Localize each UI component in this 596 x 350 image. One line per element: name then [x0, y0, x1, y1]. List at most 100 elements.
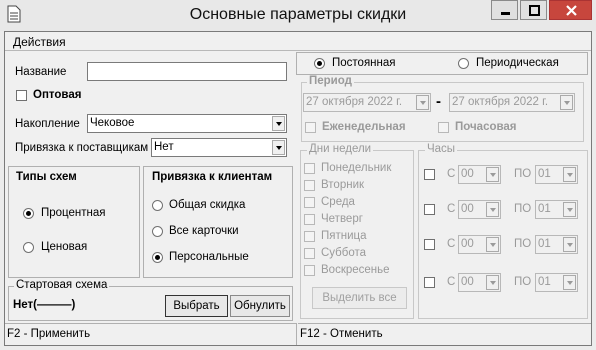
choose-button[interactable]: Выбрать: [165, 295, 228, 317]
weekday-label: Четверг: [321, 213, 363, 225]
percent-radio[interactable]: [23, 208, 34, 219]
personal-radio[interactable]: [152, 252, 163, 263]
scheme-types-group: Типы схем Процентная Ценовая: [8, 166, 140, 278]
chevron-down-icon: [563, 202, 576, 217]
weekday-label: Среда: [321, 196, 355, 208]
price-radio[interactable]: [23, 242, 34, 253]
hour-to-select[interactable]: 01: [535, 165, 578, 184]
weekday-checkbox[interactable]: [304, 163, 315, 174]
hourly-checkbox[interactable]: [438, 122, 449, 133]
client-binding-group: Привязка к клиентам Общая скидка Все кар…: [143, 166, 293, 278]
chevron-down-icon: [486, 275, 499, 290]
chevron-down-icon: [563, 167, 576, 182]
chevron-down-icon: [416, 95, 429, 110]
maximize-icon: [529, 5, 540, 16]
hour-to-select[interactable]: 01: [535, 235, 578, 254]
menu-actions[interactable]: Действия: [13, 35, 66, 49]
hour-checkbox[interactable]: [424, 169, 435, 180]
hour-to-label: ПО: [514, 238, 532, 250]
chevron-down-icon: [560, 95, 573, 110]
mode-group: Постоянная Периодическая: [296, 52, 588, 75]
reset-button[interactable]: Обнулить: [230, 295, 290, 317]
weekday-checkbox[interactable]: [304, 197, 315, 208]
accumulation-label: Накопление: [15, 118, 80, 130]
close-button[interactable]: [549, 0, 592, 20]
title-bar: Основные параметры скидки: [0, 0, 596, 31]
status-apply[interactable]: F2 - Применить: [5, 323, 297, 345]
weekday-label: Пятница: [321, 230, 367, 242]
weekly-checkbox[interactable]: [305, 122, 316, 133]
hour-to-select[interactable]: 01: [535, 273, 578, 292]
hour-from-value: 00: [461, 168, 474, 180]
period-title: Период: [307, 75, 354, 87]
hour-checkbox[interactable]: [424, 277, 435, 288]
hour-from-label: С: [447, 203, 456, 215]
weekday-checkbox[interactable]: [304, 265, 315, 276]
hour-from-value: 00: [461, 238, 474, 250]
start-scheme-title: Стартовая схема: [14, 279, 110, 291]
hour-from-select[interactable]: 00: [458, 200, 501, 219]
hours-title: Часы: [425, 143, 458, 155]
supplier-label: Привязка к поставщикам: [15, 142, 149, 154]
hour-checkbox[interactable]: [424, 204, 435, 215]
all-cards-label: Все карточки: [169, 225, 239, 237]
chevron-down-icon: [563, 275, 576, 290]
hour-from-label: С: [447, 168, 456, 180]
weekday-checkbox[interactable]: [304, 180, 315, 191]
status-cancel[interactable]: F12 - Отменить: [298, 323, 591, 345]
period-to-select[interactable]: 27 октября 2022 г.: [449, 93, 575, 112]
chevron-down-icon: [486, 237, 499, 252]
period-to-value: 27 октября 2022 г.: [452, 96, 549, 108]
chevron-down-icon: [272, 140, 285, 155]
period-from-value: 27 октября 2022 г.: [306, 96, 403, 108]
minimize-button[interactable]: [491, 0, 518, 20]
all-cards-radio[interactable]: [152, 226, 163, 237]
accumulation-select[interactable]: Чековое: [87, 114, 287, 133]
periodic-radio[interactable]: [458, 58, 469, 69]
constant-radio[interactable]: [314, 58, 325, 69]
name-input[interactable]: [87, 62, 287, 81]
select-all-button[interactable]: Выделить все: [312, 287, 407, 309]
supplier-select[interactable]: Нет: [151, 138, 287, 157]
scheme-types-title: Типы схем: [16, 171, 77, 183]
name-label: Название: [15, 66, 67, 78]
wholesale-checkbox[interactable]: [16, 90, 27, 101]
hour-from-select[interactable]: 00: [458, 273, 501, 292]
period-from-select[interactable]: 27 октября 2022 г.: [303, 93, 431, 112]
weekday-checkbox[interactable]: [304, 214, 315, 225]
hour-to-value: 01: [538, 276, 551, 288]
weekday-label: Понедельник: [321, 162, 392, 174]
dialog-frame: Действия Название Оптовая Накопление Чек…: [4, 31, 592, 346]
hourly-label: Почасовая: [455, 121, 517, 133]
hour-to-value: 01: [538, 168, 551, 180]
hour-from-label: С: [447, 276, 456, 288]
chevron-down-icon: [486, 167, 499, 182]
hour-from-select[interactable]: 00: [458, 235, 501, 254]
weekday-checkbox[interactable]: [304, 231, 315, 242]
period-dash: -: [436, 93, 441, 110]
chevron-down-icon: [272, 116, 285, 131]
periodic-label: Периодическая: [476, 57, 559, 69]
weekday-label: Вторник: [321, 179, 365, 191]
personal-label: Персональные: [169, 251, 249, 263]
weekday-label: Воскресенье: [321, 264, 390, 276]
percent-label: Процентная: [41, 207, 106, 219]
general-discount-label: Общая скидка: [169, 199, 246, 211]
hour-to-value: 01: [538, 203, 551, 215]
weekday-label: Суббота: [321, 247, 367, 259]
client-binding-title: Привязка к клиентам: [152, 171, 273, 183]
price-label: Ценовая: [41, 241, 88, 253]
hour-to-label: ПО: [514, 203, 532, 215]
hour-from-select[interactable]: 00: [458, 165, 501, 184]
maximize-button[interactable]: [520, 0, 547, 20]
general-discount-radio[interactable]: [152, 200, 163, 211]
hour-checkbox[interactable]: [424, 239, 435, 250]
menu-bar: Действия: [5, 32, 591, 51]
hour-to-label: ПО: [514, 168, 532, 180]
hour-from-label: С: [447, 238, 456, 250]
supplier-value: Нет: [154, 141, 174, 153]
close-icon: [566, 5, 577, 16]
hour-to-select[interactable]: 01: [535, 200, 578, 219]
weekday-checkbox[interactable]: [304, 248, 315, 259]
period-group: [301, 82, 584, 142]
